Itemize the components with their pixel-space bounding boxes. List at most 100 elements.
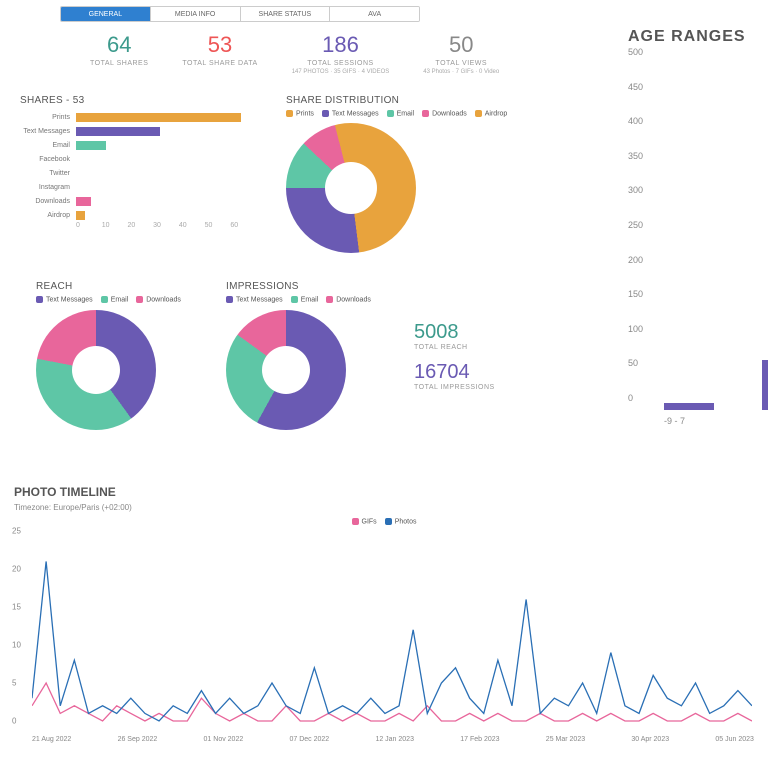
kpi-value: 53 [182,32,257,58]
bar-row: Twitter [20,166,280,180]
legend-item: Email [291,296,319,303]
dashboard-top: GENERAL MEDIA INFO SHARE STATUS AVA 64 T… [0,6,768,461]
y-tick: 350 [628,151,643,161]
bar-row: Text Messages [20,124,280,138]
series-line [32,683,752,721]
kpi-label: TOTAL VIEWS [423,60,499,67]
bar-row: Airdrop [20,208,280,222]
bar-category: Instagram [20,184,76,191]
legend-swatch [136,296,143,303]
x-tick: 50 [205,222,231,229]
x-tick: 26 Sep 2022 [118,736,158,743]
x-tick: 60 [230,222,256,229]
kpi-sub: 43 Photos · 7 GIFs · 0 Video [423,69,499,75]
bar-row: Prints [20,110,280,124]
shares-section: SHARES - 53 Prints Text Messages Email Face… [20,95,280,253]
bar [76,141,106,150]
bar-category: Airdrop [20,212,76,219]
age-ranges-title: AGE RANGES [628,28,768,46]
x-tick: 40 [179,222,205,229]
y-tick: 150 [628,289,643,299]
bar-row: Facebook [20,152,280,166]
y-tick: 10 [12,641,21,650]
reach-section: REACH Text MessagesEmailDownloads [36,281,226,429]
bar-category: Twitter [20,170,76,177]
age-bar [762,360,768,410]
x-tick: 01 Nov 2022 [204,736,244,743]
share-dist-legend: PrintsText MessagesEmailDownloadsAirdrop [286,110,507,117]
share-dist-title: SHARE DISTRIBUTION [286,95,507,106]
legend-item: GIFs [352,518,377,525]
total-reach-value: 5008 [414,321,495,344]
total-reach-label: TOTAL REACH [414,344,495,351]
legend-item: Downloads [422,110,467,117]
total-impr-label: TOTAL IMPRESSIONS [414,384,495,391]
timeline-title: PHOTO TIMELINE [14,485,754,499]
kpi-value: 50 [423,32,499,58]
kpi-total-shares: 64 TOTAL SHARES [90,32,148,75]
bar-category: Email [20,142,76,149]
x-tick: 12 Jan 2023 [375,736,414,743]
y-tick: 5 [12,679,16,688]
share-dist-section: SHARE DISTRIBUTION Prints Text Messages Em… [286,95,507,253]
bar-row: Instagram [20,180,280,194]
impressions-donut [226,310,346,430]
reach-legend: Text MessagesEmailDownloads [36,296,226,303]
bar-category: Text Messages [20,128,76,135]
legend-item: Downloads [326,296,371,303]
x-labels: 21 Aug 202226 Sep 202201 Nov 202207 Dec … [32,736,754,743]
legend-swatch [286,110,293,117]
reach-title: REACH [36,281,226,292]
timeline-timezone: Timezone: Europe/Paris (+02:00) [14,503,754,512]
tab-share-status[interactable]: SHARE STATUS [241,7,331,21]
legend-swatch [326,296,333,303]
bar [76,113,241,122]
legend-item: Text Messages [226,296,283,303]
y-tick: 200 [628,255,643,265]
y-tick: 450 [628,82,643,92]
reach-donut [36,310,156,430]
kpi-views: 50 TOTAL VIEWS 43 Photos · 7 GIFs · 0 Vi… [423,32,499,75]
y-tick: 15 [12,603,21,612]
bar [76,211,85,220]
legend-item: Email [387,110,415,117]
y-tick: 500 [628,47,643,57]
x-tick: 05 Jun 2023 [715,736,754,743]
kpi-label: TOTAL SHARES [90,60,148,67]
tabs: GENERAL MEDIA INFO SHARE STATUS AVA [60,6,420,22]
x-tick: 25 Mar 2023 [546,736,585,743]
y-tick: 25 [12,527,21,536]
shares-bar-chart: Prints Text Messages Email Facebook Twitter I… [20,110,280,222]
timeline-section: PHOTO TIMELINE Timezone: Europe/Paris (+… [0,471,768,741]
legend-swatch [352,518,359,525]
tab-general[interactable]: GENERAL [61,7,151,21]
bar-category: Facebook [20,156,76,163]
series-line [32,562,752,722]
share-dist-donut [286,123,416,253]
y-tick: 300 [628,185,643,195]
x-tick: 20 [127,222,153,229]
total-impr-value: 16704 [414,361,495,384]
kpi-share-data: 53 TOTAL SHARE DATA [182,32,257,75]
y-tick: 50 [628,358,638,368]
bar-category: Downloads [20,198,76,205]
x-tick: 17 Feb 2023 [460,736,499,743]
legend-item: Prints [286,110,314,117]
kpi-sub: 147 PHOTOS · 35 GIFS · 4 VIDEOS [292,69,390,75]
y-tick: 0 [628,393,633,403]
kpi-label: TOTAL SESSIONS [292,60,390,67]
age-ranges-chart: 050100150200250300350400450500-9 - 7 [654,52,768,422]
age-ranges-panel: AGE RANGES 05010015020025030035040045050… [628,28,768,448]
shares-title: SHARES - 53 [20,95,280,106]
y-tick: 250 [628,220,643,230]
y-tick: 400 [628,116,643,126]
legend-swatch [291,296,298,303]
legend-item: Text Messages [322,110,379,117]
x-tick: 30 Apr 2023 [631,736,669,743]
x-tick: 07 Dec 2022 [289,736,329,743]
tab-media-info[interactable]: MEDIA INFO [151,7,241,21]
bar [76,197,91,206]
impressions-section: IMPRESSIONS Text MessagesEmailDownloads [226,281,396,429]
bar-row: Email [20,138,280,152]
tab-ava[interactable]: AVA [330,7,419,21]
